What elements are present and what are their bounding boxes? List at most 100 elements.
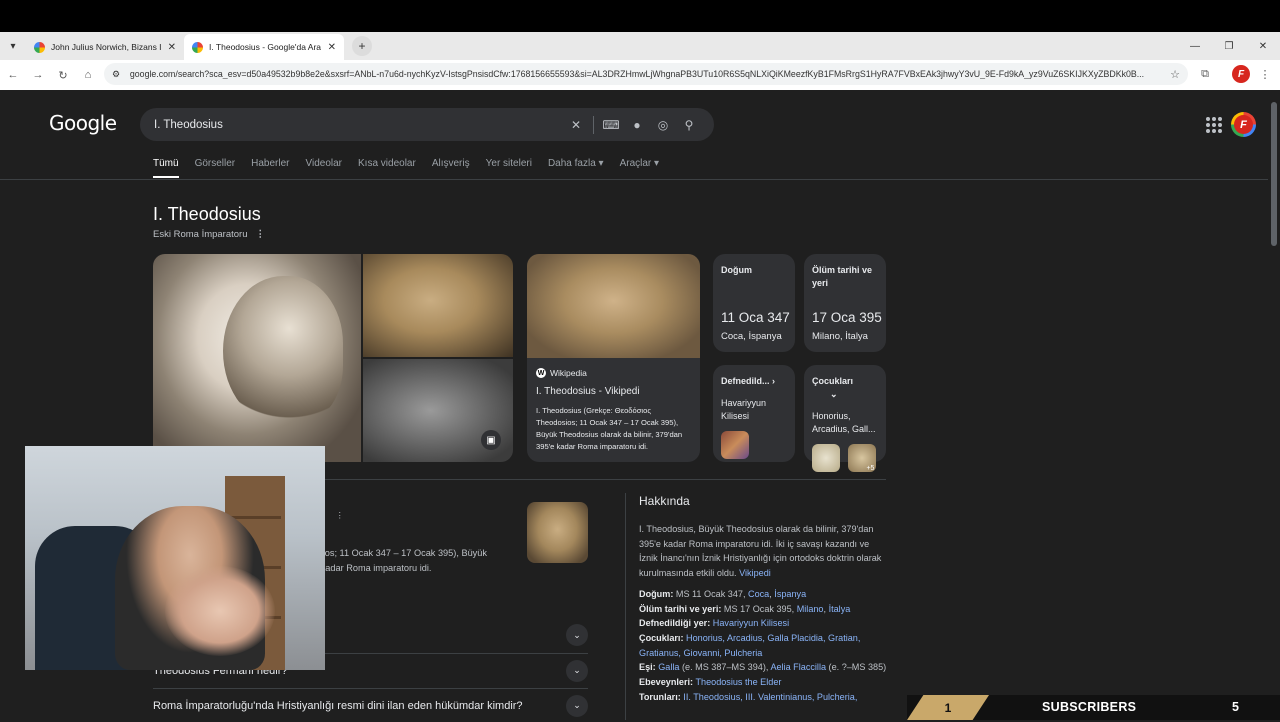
fact-label: Ölüm tarihi ve yeri — [812, 265, 873, 288]
reload-icon[interactable]: ↻ — [51, 63, 75, 87]
close-window-icon[interactable]: ✕ — [1246, 32, 1280, 60]
image-gallery-icon[interactable]: ▣ — [481, 430, 501, 450]
search-box[interactable]: I. Theodosius ✕ ⌨ ● ◎ ⚲ — [140, 108, 714, 141]
restore-icon[interactable]: ❐ — [1212, 32, 1246, 60]
avatar-letter: F — [1234, 115, 1253, 134]
result-menu-icon[interactable]: ⋮ — [336, 511, 344, 520]
fact-place: Coca, İspanya — [721, 331, 782, 342]
search-query[interactable]: I. Theodosius — [154, 119, 563, 131]
close-tab-icon[interactable]: ✕ — [168, 42, 176, 53]
tab-tools[interactable]: Araçlar ▾ — [620, 158, 660, 178]
about-heading: Hakkında — [639, 494, 690, 508]
back-arrow-icon[interactable]: ← — [1, 63, 25, 87]
chevron-down-icon[interactable]: ⌄ — [566, 659, 588, 682]
chevron-down-icon[interactable]: ⌄ — [566, 694, 588, 717]
about-description: I. Theodosius, Büyük Theodosius olarak d… — [639, 522, 889, 581]
account-avatar[interactable]: F — [1231, 112, 1256, 137]
url-text: google.com/search?sca_esv=d50a49532b9b8e… — [129, 69, 1145, 79]
fact-link[interactable]: Coca — [748, 589, 769, 599]
extensions-puzzle-icon[interactable]: ⧉ — [1196, 65, 1214, 83]
more-options-icon[interactable]: ⋮ — [256, 229, 266, 240]
tab-videos[interactable]: Videolar — [306, 158, 343, 178]
fact-label-row: Çocukları ⌄ — [812, 375, 878, 401]
scrollbar-thumb[interactable] — [1271, 102, 1277, 246]
wiki-title[interactable]: I. Theodosius - Vikipedi — [536, 386, 691, 397]
google-apps-icon[interactable] — [1205, 116, 1223, 134]
marble-bust-image[interactable] — [363, 254, 513, 357]
relief-portrait-image[interactable]: ▣ — [363, 359, 513, 462]
child-bust-thumbnail[interactable]: +5 — [848, 444, 877, 472]
fact-link[interactable]: Galla — [658, 662, 679, 672]
tab-more-label: Daha fazla — [547, 158, 596, 169]
fact-place: Milano, İtalya — [812, 331, 868, 342]
keyboard-icon[interactable]: ⌨ — [598, 118, 624, 132]
tab-news[interactable]: Haberler — [251, 158, 289, 178]
fact-link[interactable]: II. Theodosius, III. Valentinianus, Pulc… — [683, 692, 857, 702]
new-tab-plus-icon[interactable]: + — [352, 36, 372, 56]
site-info-icon[interactable]: ⚙ — [112, 69, 120, 80]
profile-icon[interactable]: F — [1232, 65, 1250, 83]
minimize-icon[interactable]: — — [1178, 32, 1212, 60]
wiki-bust-image — [527, 254, 700, 358]
tab-norwich[interactable]: John Julius Norwich, Bizans I Er ✕ — [26, 34, 184, 60]
forward-arrow-icon[interactable]: → — [26, 63, 50, 87]
fact-key: Torunları: — [639, 691, 681, 702]
chevron-down-icon: ⌄ — [830, 389, 838, 399]
bookmark-star-icon[interactable]: ☆ — [1170, 68, 1180, 81]
fact-val: MS 11 Ocak 347, — [673, 588, 748, 599]
fact-link[interactable]: Theodosius the Elder — [695, 677, 781, 687]
microphone-icon[interactable]: ● — [624, 118, 650, 132]
fact-card-burial[interactable]: Defnedild... › Havariyyun Kilisesi — [713, 365, 795, 462]
snippet-line: e kadar Roma imparatoru idi. — [313, 563, 432, 573]
fact-value: Havariyyun Kilisesi — [721, 398, 767, 421]
subscribers-label: SUBSCRIBERS — [1042, 700, 1137, 714]
fact-link[interactable]: İspanya — [774, 589, 806, 599]
wiki-description: I. Theodosius (Grekçe: Θεοδόσιος Theodos… — [536, 406, 683, 451]
fact-date: 11 Oca 347 — [721, 310, 790, 325]
fact-link[interactable]: Milano — [797, 604, 824, 614]
fact-label: Çocukları — [812, 376, 854, 386]
fact-key: Eşi: — [639, 662, 656, 673]
engraving-portrait-image[interactable] — [153, 254, 361, 462]
browser-menu-icon[interactable]: ⋮ — [1256, 65, 1274, 83]
tab-search-chevron-icon[interactable]: ▾ — [0, 32, 26, 60]
clear-icon[interactable]: ✕ — [563, 118, 589, 132]
close-tab-icon[interactable]: ✕ — [328, 42, 336, 53]
church-mosaic-thumbnail[interactable] — [721, 431, 749, 459]
image-mosaic[interactable]: ▣ — [153, 254, 513, 462]
address-bar[interactable]: ⚙ google.com/search?sca_esv=d50a49532b9b… — [104, 63, 1188, 85]
child-bust-thumbnail[interactable] — [812, 444, 840, 472]
rank-badge: 1 — [907, 695, 989, 720]
tab-images[interactable]: Görseller — [195, 158, 236, 178]
snippet-line: osios; 11 Ocak 347 – 17 Ocak 395), Büyük — [313, 548, 487, 558]
tab-short-videos[interactable]: Kısa videolar — [358, 158, 416, 178]
fact-val: (e. ?–MS 385) — [826, 662, 887, 673]
fact-card-birth[interactable]: Doğum 11 Oca 347 Coca, İspanya — [713, 254, 795, 352]
tab-theodosius-active[interactable]: I. Theodosius - Google'da Ara ✕ — [184, 34, 344, 60]
lens-camera-icon[interactable]: ◎ — [650, 118, 676, 132]
fact-link[interactable]: İtalya — [829, 604, 851, 614]
wikipedia-card[interactable]: W Wikipedia I. Theodosius - Vikipedi I. T… — [527, 254, 700, 462]
fact-row-death: Ölüm tarihi ve yeri: MS 17 Ocak 395, Mil… — [639, 603, 851, 614]
paa-question: Roma İmparatorluğu'nda Hristiyanlığı res… — [153, 699, 523, 712]
chevron-right-icon: › — [772, 376, 776, 386]
tabs-divider — [0, 179, 1268, 180]
fact-link[interactable]: Havariyyun Kilisesi — [713, 618, 789, 628]
search-icon[interactable]: ⚲ — [676, 118, 702, 132]
vikipedi-link[interactable]: Vikipedi — [739, 568, 771, 578]
tab-more[interactable]: Daha fazla ▾ — [548, 158, 604, 178]
result-thumbnail[interactable] — [527, 502, 588, 563]
browser-tab-strip: ▾ John Julius Norwich, Bizans I Er ✕ I. … — [0, 32, 1280, 60]
fact-card-children[interactable]: Çocukları ⌄ Honorius, Arcadius, Gall... … — [804, 365, 886, 472]
fact-key: Doğum: — [639, 588, 674, 599]
page-scrollbar[interactable] — [1268, 90, 1280, 720]
google-logo[interactable]: Google — [49, 111, 117, 135]
fact-link[interactable]: Aelia Flaccilla — [770, 662, 826, 672]
tab-shopping[interactable]: Alışveriş — [432, 158, 470, 178]
tab-all[interactable]: Tümü — [153, 158, 179, 178]
chevron-down-icon[interactable]: ⌄ — [566, 624, 588, 646]
fact-card-death[interactable]: Ölüm tarihi ve yeri 17 Oca 395 Milano, İ… — [804, 254, 886, 352]
paa-item[interactable]: Roma İmparatorluğu'nda Hristiyanlığı res… — [153, 688, 588, 722]
tab-places[interactable]: Yer siteleri — [486, 158, 532, 178]
home-icon[interactable]: ⌂ — [76, 63, 100, 87]
